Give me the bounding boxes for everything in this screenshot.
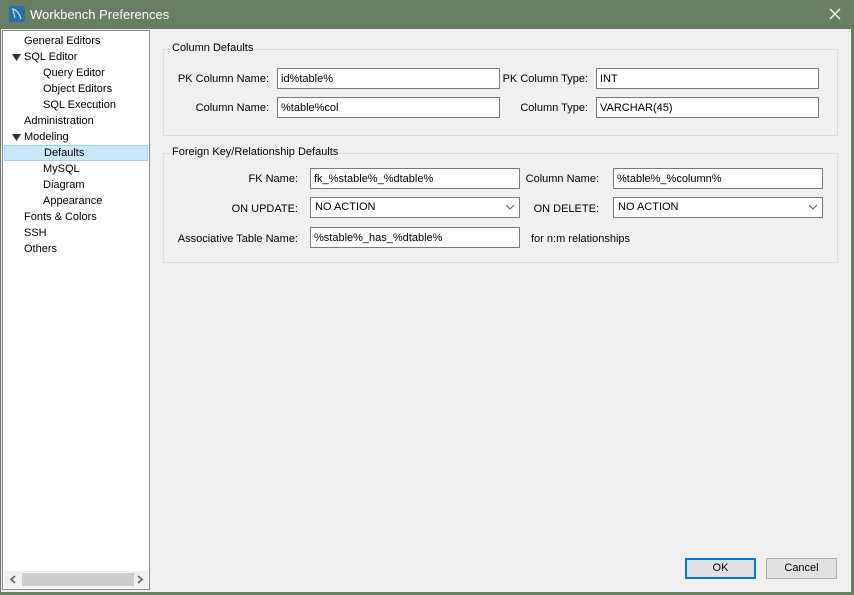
column-name-label: Column Name: [195,102,269,114]
tree-item-label: Object Editors [43,83,113,95]
column-defaults-title: Column Defaults [170,42,256,54]
expand-arrow-icon[interactable] [11,49,21,65]
expand-arrow-icon[interactable] [11,129,21,145]
tree-item-modeling[interactable]: Modeling [3,129,149,145]
on-delete-label: ON DELETE: [533,203,599,215]
on-update-value: NO ACTION [315,201,376,213]
tree-item-object-editors[interactable]: Object Editors [3,81,149,97]
column-defaults-group: Column Defaults [163,42,838,136]
pk-column-type-input[interactable] [596,68,819,89]
horizontal-scrollbar[interactable] [4,571,148,588]
column-name-input[interactable] [277,97,500,118]
tree-item-sql-execution[interactable]: SQL Execution [3,97,149,113]
tree-item-ssh[interactable]: SSH [3,225,149,241]
on-update-label: ON UPDATE: [231,203,298,215]
tree-item-label: Query Editor [43,67,105,79]
on-delete-select[interactable]: NO ACTION [613,197,823,218]
tree-item-label: SQL Editor [24,51,78,63]
tree-item-label: MySQL [43,163,80,175]
chevron-left-icon [9,575,16,584]
tree-item-label: Fonts & Colors [24,211,97,223]
tree-item-label: Modeling [24,131,69,143]
tree-item-administration[interactable]: Administration [3,113,149,129]
assoc-table-name-label: Associative Table Name: [177,233,298,245]
scroll-left-button[interactable] [6,573,20,586]
tree-item-fonts-colors[interactable]: Fonts & Colors [3,209,149,225]
tree-item-mysql[interactable]: MySQL [3,161,149,177]
tree-item-label: Defaults [44,147,85,159]
tree-item-diagram[interactable]: Diagram [3,177,149,193]
pk-column-name-input[interactable] [277,68,500,89]
fk-column-name-input[interactable] [613,168,823,189]
tree-item-label: Others [24,243,58,255]
close-button[interactable] [824,4,846,24]
tree-item-label: Administration [24,115,94,127]
fk-name-label: FK Name: [248,173,298,185]
tree-item-label: Diagram [43,179,85,191]
scroll-right-button[interactable] [133,573,147,586]
scrollbar-thumb[interactable] [22,573,134,586]
tree-item-label: General Editors [24,35,101,47]
ok-button[interactable]: OK [685,558,756,579]
column-type-label: Column Type: [520,102,588,114]
pk-column-type-label: PK Column Type: [502,73,588,85]
column-type-input[interactable] [596,97,819,118]
chevron-down-icon [808,204,818,210]
window-title: Workbench Preferences [30,7,170,22]
assoc-table-hint: for n:m relationships [531,233,631,245]
fk-column-name-label: Column Name: [525,173,599,185]
tree-item-defaults[interactable]: Defaults [4,145,148,161]
preferences-tree[interactable]: General Editors SQL Editor Query Editor Obj… [2,30,150,590]
cancel-button[interactable]: Cancel [766,558,837,579]
tree-item-label: SQL Execution [43,99,116,111]
tree-item-others[interactable]: Others [3,241,149,257]
on-update-select[interactable]: NO ACTION [310,197,520,218]
tree-item-appearance[interactable]: Appearance [3,193,149,209]
assoc-table-name-input[interactable] [310,227,520,248]
dialog-body: General Editors SQL Editor Query Editor Obj… [1,29,851,592]
title-bar: Workbench Preferences [0,0,854,29]
tree-item-general-editors[interactable]: General Editors [3,33,149,49]
tree-item-query-editor[interactable]: Query Editor [3,65,149,81]
tree-item-label: Appearance [43,195,103,207]
chevron-right-icon [137,575,144,584]
on-delete-value: NO ACTION [618,201,679,213]
pk-column-name-label: PK Column Name: [177,73,269,85]
chevron-down-icon [505,204,515,210]
tree-item-sql-editor[interactable]: SQL Editor [3,49,149,65]
fk-defaults-title: Foreign Key/Relationship Defaults [170,146,341,158]
close-icon [829,8,841,20]
fk-name-input[interactable] [310,168,520,189]
mysql-workbench-icon [9,6,25,22]
tree-item-label: SSH [24,227,47,239]
